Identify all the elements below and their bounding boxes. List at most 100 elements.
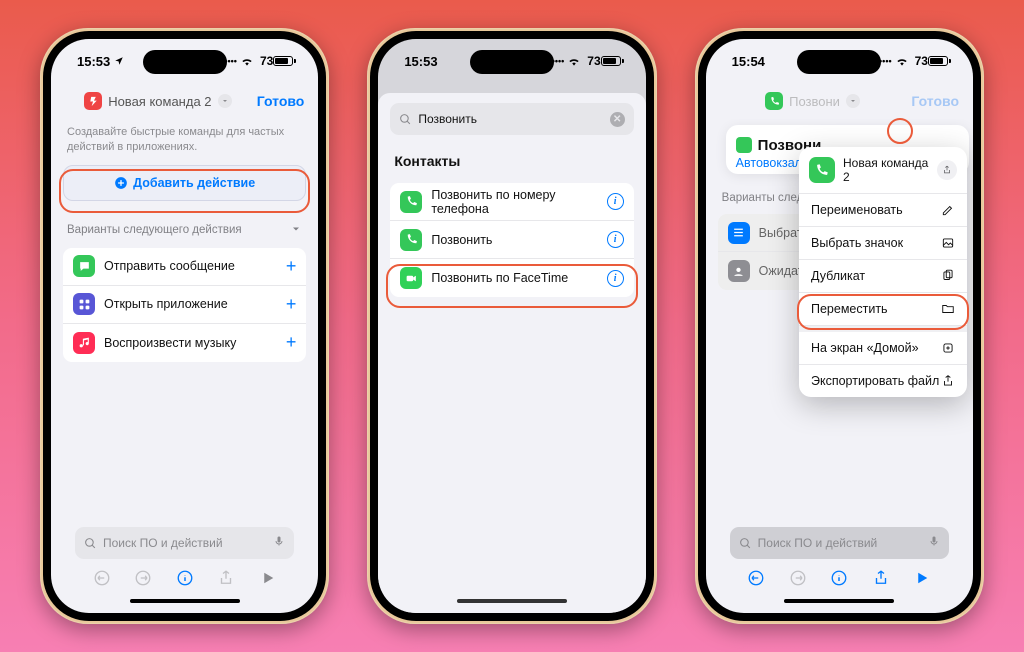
plus-circle-icon (114, 176, 128, 190)
row-label: Позвонить по номеру телефона (431, 188, 597, 216)
chevron-down-icon[interactable] (846, 94, 860, 108)
app-grid-icon (73, 293, 95, 315)
bottom-toolbar (730, 559, 949, 597)
search-value: Позвонить (418, 112, 603, 126)
status-time: 15:53 (404, 54, 437, 69)
play-button[interactable] (254, 564, 282, 592)
search-field[interactable]: Поиск ПО и действий (730, 527, 949, 559)
menu-item-rename[interactable]: Переименовать (799, 194, 967, 227)
mic-icon[interactable] (273, 533, 285, 554)
info-icon[interactable]: i (607, 193, 624, 210)
dynamic-island (797, 50, 881, 74)
shortcut-title[interactable]: Новая команда 2 (84, 92, 231, 110)
battery-icon: 73 (257, 54, 296, 68)
redo-button[interactable] (129, 564, 157, 592)
action-row[interactable]: Позвонить по FaceTime i (390, 259, 633, 297)
row-label: Открыть приложение (104, 297, 277, 311)
search-placeholder: Поиск ПО и действий (758, 536, 922, 550)
bottom-toolbar (75, 559, 294, 597)
plus-icon[interactable]: + (286, 256, 297, 277)
popover-header: Новая команда 2 (799, 147, 967, 194)
suggested-action-row[interactable]: Воспроизвести музыку + (63, 324, 306, 362)
mic-icon[interactable] (928, 533, 940, 554)
next-actions-header[interactable]: Варианты следующего действия (63, 209, 306, 240)
export-icon (941, 374, 955, 388)
status-time: 15:53 (77, 54, 110, 69)
facetime-icon (400, 267, 422, 289)
popover-title: Новая команда 2 (843, 156, 929, 184)
info-icon[interactable]: i (607, 231, 624, 248)
menu-item-add-to-home[interactable]: На экран «Домой» (799, 332, 967, 365)
row-label: Воспроизвести музыку (104, 336, 277, 350)
search-field[interactable]: Позвонить ✕ (390, 103, 633, 135)
info-button[interactable] (171, 564, 199, 592)
dynamic-island (143, 50, 227, 74)
dynamic-island (470, 50, 554, 74)
messages-icon (73, 255, 95, 277)
share-icon[interactable] (937, 160, 957, 180)
phone-icon (400, 191, 422, 213)
add-action-label: Добавить действие (133, 176, 255, 190)
contacts-section-header: Контакты (390, 143, 633, 175)
shortcut-title-text: Позвони (789, 94, 840, 109)
phone-icon (736, 137, 752, 153)
phone-2: 15:53 •••• 73 Позвонить ✕ Контакты Позво… (367, 28, 656, 624)
share-button[interactable] (867, 564, 895, 592)
home-indicator[interactable] (130, 599, 240, 603)
action-row[interactable]: Позвонить i (390, 221, 633, 259)
play-button[interactable] (908, 564, 936, 592)
undo-button[interactable] (88, 564, 116, 592)
info-button[interactable] (825, 564, 853, 592)
done-button[interactable]: Готово (911, 93, 959, 109)
contact-icon (728, 260, 750, 282)
home-indicator[interactable] (457, 599, 567, 603)
phone-app-icon (765, 92, 783, 110)
search-icon (84, 537, 97, 550)
plus-icon[interactable]: + (286, 332, 297, 353)
info-icon[interactable]: i (607, 270, 624, 287)
share-button[interactable] (212, 564, 240, 592)
clear-icon[interactable]: ✕ (610, 112, 625, 127)
chevron-down-icon[interactable] (218, 94, 232, 108)
done-button[interactable]: Готово (257, 93, 305, 109)
search-icon (739, 537, 752, 550)
wifi-icon (567, 54, 581, 69)
nav-header: Новая команда 2 Готово (51, 83, 318, 119)
menu-item-choose-icon[interactable]: Выбрать значок (799, 227, 967, 260)
search-icon (399, 113, 412, 126)
menu-item-export[interactable]: Экспортировать файл (799, 365, 967, 397)
action-row[interactable]: Позвонить по номеру телефона i (390, 183, 633, 221)
wifi-icon (240, 54, 254, 69)
image-icon (941, 236, 955, 250)
home-indicator[interactable] (784, 599, 894, 603)
suggested-action-row[interactable]: Открыть приложение + (63, 286, 306, 324)
suggested-action-row[interactable]: Отправить сообщение + (63, 248, 306, 286)
location-icon (114, 54, 124, 69)
plus-icon[interactable]: + (286, 294, 297, 315)
shortcut-options-popover: Новая команда 2 Переименовать Выбрать зн… (799, 147, 967, 397)
phone-1: 15:53 •••• 73 Новая команда 2 Готово Соз… (40, 28, 329, 624)
menu-icon (728, 222, 750, 244)
row-label: Отправить сообщение (104, 259, 277, 273)
menu-item-move[interactable]: Переместить (799, 293, 967, 326)
status-time: 15:54 (732, 54, 765, 69)
pencil-icon (941, 203, 955, 217)
row-label: Позвонить (431, 233, 597, 247)
add-action-button[interactable]: Добавить действие (63, 165, 306, 201)
search-field[interactable]: Поиск ПО и действий (75, 527, 294, 559)
search-placeholder: Поиск ПО и действий (103, 536, 267, 550)
row-label: Позвонить по FaceTime (431, 271, 597, 285)
shortcut-title[interactable]: Позвони (765, 92, 860, 110)
folder-icon (941, 302, 955, 316)
hint-text: Создавайте быстрые команды для частых де… (63, 125, 306, 157)
music-icon (73, 332, 95, 354)
suggested-actions-list: Отправить сообщение + Открыть приложение… (63, 248, 306, 362)
undo-button[interactable] (742, 564, 770, 592)
shortcut-title-text: Новая команда 2 (108, 94, 211, 109)
wifi-icon (895, 54, 909, 69)
battery-icon: 73 (584, 54, 623, 68)
contacts-actions-list: Позвонить по номеру телефона i Позвонить… (390, 183, 633, 297)
menu-item-duplicate[interactable]: Дубликат (799, 260, 967, 293)
redo-button[interactable] (784, 564, 812, 592)
shortcuts-app-icon (84, 92, 102, 110)
